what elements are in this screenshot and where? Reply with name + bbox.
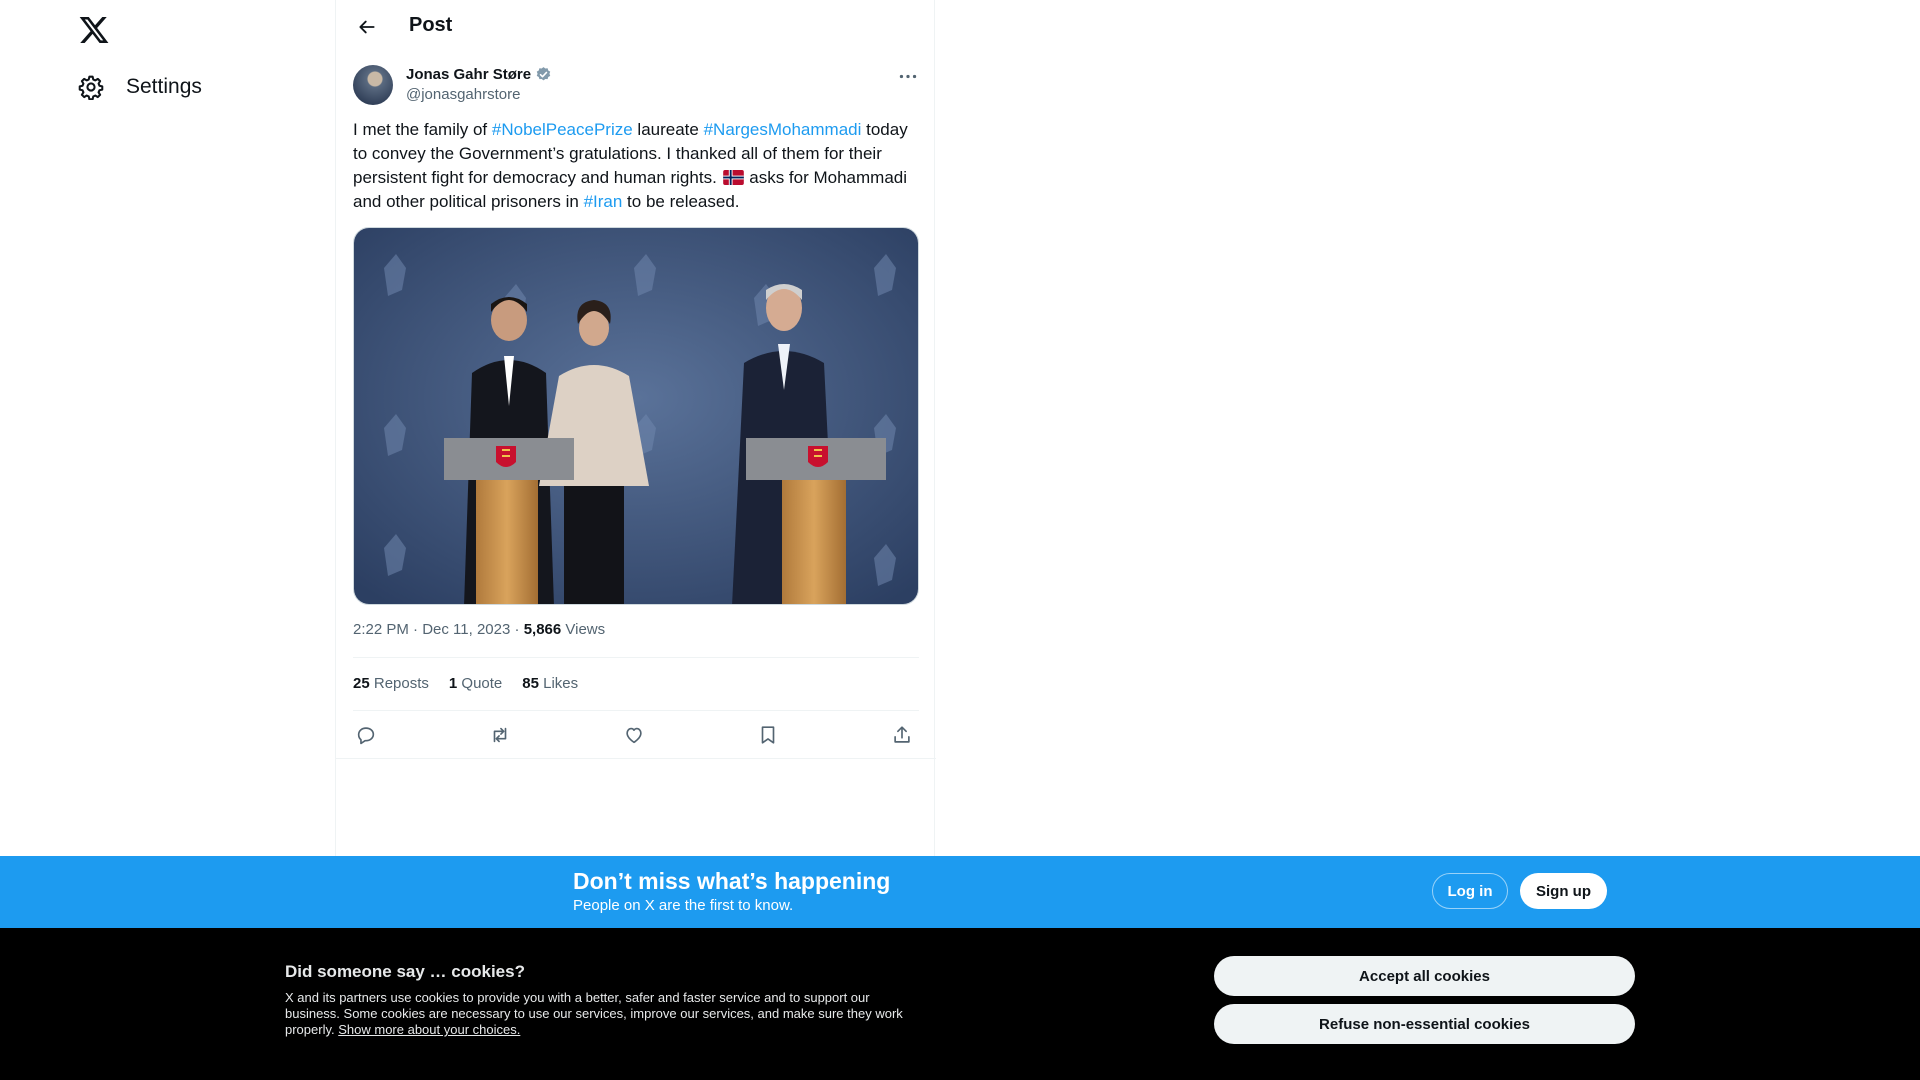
post-meta: 2:22 PM · Dec 11, 2023 · 5,866 Views — [353, 621, 605, 638]
author-name: Jonas Gahr Støre — [406, 66, 532, 83]
post-time[interactable]: 2:22 PM — [353, 621, 409, 638]
post-text-segment: laureate — [632, 120, 704, 139]
hashtag-link[interactable]: #NargesMohammadi — [704, 120, 862, 139]
share-button[interactable] — [890, 723, 914, 747]
post-image[interactable] — [353, 227, 919, 605]
accept-cookies-button[interactable]: Accept all cookies — [1214, 956, 1635, 996]
page-title: Post — [409, 14, 453, 36]
quotes-stat[interactable]: 1 Quote — [449, 675, 502, 692]
reposts-label: Reposts — [369, 675, 429, 692]
more-dots-icon — [899, 74, 917, 78]
gear-icon — [78, 74, 104, 101]
banner-subtitle: People on X are the first to know. — [573, 897, 794, 914]
bookmark-icon — [761, 726, 775, 744]
bookmark-button[interactable] — [756, 723, 780, 747]
cookie-consent-bar: Did someone say … cookies? X and its par… — [0, 928, 1920, 1080]
reposts-stat[interactable]: 25 Reposts — [353, 675, 429, 692]
like-button[interactable] — [622, 723, 646, 747]
views-count: 5,866 — [523, 621, 562, 638]
page: Settings Post Jonas Gahr Støre @jonasgah… — [0, 0, 1920, 1080]
hashtag-link[interactable]: #Iran — [584, 192, 623, 211]
post-text-segment: I met the family of — [353, 120, 492, 139]
cookie-choices-link[interactable]: Show more about your choices. — [338, 1022, 520, 1037]
cookie-body: X and its partners use cookies to provid… — [285, 990, 910, 1038]
quotes-label: Quote — [457, 675, 503, 692]
post-date[interactable]: Dec 11, 2023 — [422, 621, 510, 638]
post-author: Jonas Gahr Støre @jonasgahrstore — [353, 64, 919, 108]
x-logo-icon[interactable] — [78, 14, 110, 46]
post-text-segment: to be released. — [622, 192, 740, 211]
login-button[interactable]: Log in — [1432, 873, 1508, 909]
sidebar-item-settings[interactable]: Settings — [78, 70, 202, 104]
back-button[interactable] — [352, 12, 382, 42]
signup-button[interactable]: Sign up — [1520, 873, 1607, 909]
more-options-button[interactable] — [897, 68, 919, 84]
author-name-row[interactable]: Jonas Gahr Støre — [406, 66, 552, 83]
likes-stat[interactable]: 85 Likes — [522, 675, 578, 692]
quotes-count: 1 — [448, 675, 458, 692]
likes-label: Likes — [538, 675, 579, 692]
norway-flag-icon — [722, 168, 744, 185]
post-stats: 25 Reposts 1 Quote 85 Likes — [353, 675, 578, 692]
reply-icon — [357, 727, 375, 745]
repost-icon — [493, 727, 507, 743]
like-icon — [626, 727, 642, 744]
avatar[interactable] — [353, 65, 393, 105]
meta-separator: · — [408, 621, 423, 638]
meta-separator: · — [510, 621, 524, 638]
likes-count: 85 — [522, 675, 539, 692]
banner-title: Don’t miss what’s happening — [573, 868, 891, 894]
reposts-count: 25 — [353, 675, 370, 692]
page-header: Post — [336, 0, 936, 53]
refuse-cookies-button[interactable]: Refuse non-essential cookies — [1214, 1004, 1635, 1044]
post-text: I met the family of #NobelPeacePrize lau… — [353, 118, 921, 214]
cookie-title: Did someone say … cookies? — [285, 962, 525, 981]
verified-badge-icon — [536, 67, 551, 81]
arrow-left-icon — [359, 20, 375, 34]
hashtag-link[interactable]: #NobelPeacePrize — [492, 120, 633, 139]
author-handle[interactable]: @jonasgahrstore — [406, 86, 520, 103]
share-icon — [894, 726, 910, 743]
divider — [353, 710, 919, 711]
repost-button[interactable] — [488, 723, 512, 747]
divider — [353, 657, 919, 658]
sidebar-item-label: Settings — [126, 75, 202, 98]
post-actions — [353, 720, 919, 750]
divider — [336, 758, 936, 759]
signup-banner: Don’t miss what’s happening People on X … — [0, 856, 1920, 928]
reply-button[interactable] — [354, 723, 378, 747]
views-label: Views — [561, 621, 606, 638]
